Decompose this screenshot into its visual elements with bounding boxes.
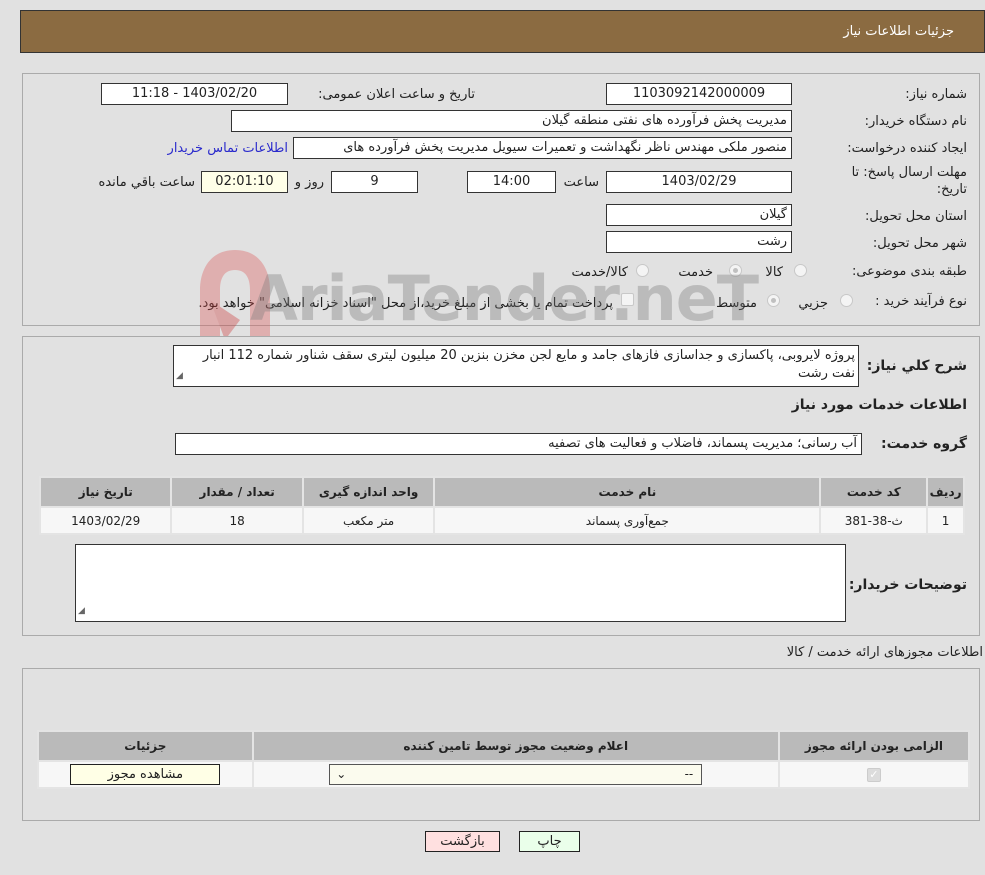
header-quantity: تعداد / مقدار <box>170 476 304 508</box>
deadline-label: مهلت ارسال پاسخ: تا <box>851 165 967 180</box>
header-service-code: کد خدمت <box>819 476 929 508</box>
service-group-field[interactable]: آب رسانی؛ مدیریت پسماند، فاضلاب و فعالیت… <box>175 433 862 455</box>
cell-license-status: -- ⌄ <box>251 760 780 789</box>
buyer-notes-label: توضیحات خریدار: <box>848 577 967 593</box>
cell-service-code: ث-38-381 <box>819 506 929 535</box>
deadline-time-field[interactable]: 14:00 <box>467 171 556 193</box>
license-required-checkbox[interactable]: ✓ <box>866 768 881 782</box>
description-text: پروژه لایروبی، پاکسازی و جداسازی فازهای … <box>202 348 855 381</box>
announce-label: تاریخ و ساعت اعلان عمومی: <box>318 87 475 102</box>
services-table: ردیف کد خدمت نام خدمت واحد اندازه گیری ت… <box>38 476 965 535</box>
requester-label: ایجاد کننده درخواست: <box>847 141 967 156</box>
licenses-section-title: اطلاعات مجوزهای ارائه خدمت / کالا <box>786 645 983 660</box>
category-label: طبقه بندی موضوعی: <box>851 264 967 279</box>
description-textarea[interactable]: پروژه لایروبی، پاکسازی و جداسازی فازهای … <box>173 345 859 387</box>
category-radio-service[interactable] <box>729 264 742 277</box>
category-option-goods: کالا <box>765 265 783 280</box>
time-remaining-label: ساعت باقي مانده <box>98 175 195 190</box>
cell-quantity: 18 <box>170 506 304 535</box>
cell-need-date: 1403/02/29 <box>38 506 173 535</box>
days-remaining-field[interactable]: 9 <box>331 171 418 193</box>
buyer-org-label: نام دستگاه خریدار: <box>864 114 967 129</box>
category-radio-goods[interactable] <box>794 264 807 277</box>
process-radio-medium[interactable] <box>767 294 780 307</box>
cell-license-required: ✓ <box>777 760 971 789</box>
category-option-service: خدمت <box>678 265 713 280</box>
header-license-status: اعلام وضعیت مجوز توسط تامین کننده <box>251 730 780 762</box>
header-license-details: جزئیات <box>37 730 254 762</box>
province-field[interactable]: گیلان <box>606 204 792 226</box>
deadline-time-label: ساعت <box>563 175 599 190</box>
process-option-minor: جزيي <box>798 296 828 311</box>
deadline-date-field[interactable]: 1403/02/29 <box>606 171 792 193</box>
requester-field[interactable]: منصور ملکی مهندس ناظر نگهداشت و تعمیرات … <box>293 137 792 159</box>
page-title: جزئیات اطلاعات نیاز <box>843 24 954 39</box>
cell-row-number: 1 <box>926 506 965 535</box>
print-button[interactable]: چاپ <box>519 831 580 852</box>
process-option-medium: متوسط <box>716 296 757 311</box>
table-row: ✓ -- ⌄ مشاهده مجوز <box>37 760 971 789</box>
header-need-date: تاریخ نیاز <box>38 476 173 508</box>
resize-grip-icon[interactable]: ◢ <box>78 602 85 620</box>
province-label: استان محل تحویل: <box>865 209 967 224</box>
city-field[interactable]: رشت <box>606 231 792 253</box>
header-service-name: نام خدمت <box>433 476 822 508</box>
chevron-down-icon: ⌄ <box>336 767 347 781</box>
buyer-contact-link[interactable]: اطلاعات تماس خریدار <box>168 141 288 156</box>
resize-grip-icon[interactable]: ◢ <box>176 367 183 385</box>
header-unit: واحد اندازه گیری <box>301 476 436 508</box>
license-status-value: -- <box>684 767 694 781</box>
time-remaining-field[interactable]: 02:01:10 <box>201 171 288 193</box>
service-group-label: گروه خدمت: <box>881 436 967 452</box>
cell-service-name: جمع‌آوری پسماند <box>433 506 822 535</box>
back-button[interactable]: بازگشت <box>425 831 500 852</box>
cell-unit: متر مکعب <box>301 506 436 535</box>
licenses-header-row: الزامی بودن ارائه مجوز اعلام وضعیت مجوز … <box>37 730 971 762</box>
license-status-select[interactable]: -- ⌄ <box>329 764 703 785</box>
category-radio-goods-service[interactable] <box>636 264 649 277</box>
description-label: شرح کلي نياز: <box>866 358 967 374</box>
process-label: نوع فرآیند خرید : <box>875 294 967 309</box>
table-row: 1 ث-38-381 جمع‌آوری پسماند متر مکعب 18 1… <box>38 506 965 535</box>
cell-license-details: مشاهده مجوز <box>37 760 254 789</box>
buyer-org-field[interactable]: مدیریت پخش فرآورده های نفتی منطقه گیلان <box>231 110 792 132</box>
header-license-required: الزامی بودن ارائه مجوز <box>777 730 971 762</box>
services-section-title: اطلاعات خدمات مورد نیاز <box>791 397 967 413</box>
licenses-table: الزامی بودن ارائه مجوز اعلام وضعیت مجوز … <box>37 730 971 789</box>
view-license-button[interactable]: مشاهده مجوز <box>70 764 221 785</box>
days-label: روز و <box>294 175 324 190</box>
page-header: جزئیات اطلاعات نیاز <box>20 10 985 53</box>
category-option-goods-service: کالا/خدمت <box>571 265 628 280</box>
announce-datetime-field[interactable]: 1403/02/20 - 11:18 <box>101 83 288 105</box>
city-label: شهر محل تحویل: <box>872 236 967 251</box>
deadline-label-2: تاریخ: <box>936 182 967 197</box>
need-number-field[interactable]: 1103092142000009 <box>606 83 792 105</box>
table-header-row: ردیف کد خدمت نام خدمت واحد اندازه گیری ت… <box>38 476 965 508</box>
need-number-label: شماره نیاز: <box>905 87 967 102</box>
treasury-payment-note: پرداخت تمام یا بخشی از مبلغ خرید،از محل … <box>198 296 613 311</box>
treasury-payment-checkbox[interactable] <box>621 293 634 306</box>
buyer-notes-textarea[interactable]: ◢ <box>75 544 846 622</box>
header-row-number: ردیف <box>926 476 965 508</box>
process-radio-minor[interactable] <box>840 294 853 307</box>
